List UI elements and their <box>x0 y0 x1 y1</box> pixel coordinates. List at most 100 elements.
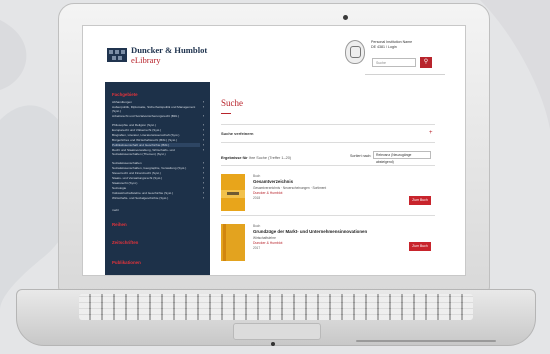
result-author[interactable]: Duncker & Humblot <box>253 191 282 195</box>
result-title[interactable]: Gesamtverzeichnis <box>253 179 293 184</box>
chevron-right-icon: › <box>202 114 204 118</box>
keyboard <box>79 294 473 320</box>
sidebar-item-label: Sozialwissenschaften <box>112 161 142 165</box>
sidebar-item[interactable]: Außenpolitik, Diplomatie, Sicherheitspol… <box>112 105 204 113</box>
divider <box>221 142 435 143</box>
chevron-right-icon: › <box>202 123 204 127</box>
result-year: 2017 <box>253 246 261 250</box>
view-book-button[interactable]: Zum Buch <box>409 196 431 205</box>
results-label: Ergebnisse für <box>221 156 248 160</box>
result-subtitle: Gesamtverzeichnis · Neuerscheinungen · S… <box>253 186 327 190</box>
chevron-right-icon: › <box>202 138 204 142</box>
result-title[interactable]: Grundzüge der Markt- und Unternehmensinn… <box>253 229 367 234</box>
institution-line[interactable]: DE 4381 / Login <box>371 45 412 50</box>
sidebar-heading: Publikationen <box>112 260 141 265</box>
chevron-right-icon: › <box>202 166 204 170</box>
result-type: Buch <box>253 174 261 178</box>
chevron-right-icon: › <box>202 143 204 147</box>
laptop-base <box>16 289 536 346</box>
sidebar-item[interactable]: Steuerrecht und Finanzrecht (Syst.) › <box>112 171 204 175</box>
sidebar-item-label: Staatsrecht (Syst.) <box>112 181 138 185</box>
chevron-right-icon: › <box>202 100 204 104</box>
sidebar-heading: Reihen <box>112 222 127 227</box>
sidebar-item[interactable]: Arbeitsrecht und Sozialversicherungsrech… <box>112 114 204 118</box>
results-count: Ergebnisse für Ihre Suche (Treffer 1–20) <box>221 156 291 160</box>
sidebar-item[interactable]: Volkswirtschaftslehre und Geschichte (Sy… <box>112 191 204 195</box>
search-input[interactable]: Suche <box>372 58 416 67</box>
sidebar-item-label: Staats- und Verwaltungsrecht (Syst.) <box>112 176 163 180</box>
brand-product[interactable]: eLibrary <box>131 56 161 65</box>
chevron-right-icon: › <box>202 196 204 200</box>
sidebar-item[interactable]: Recht und Staatsverwaltung, Wirtschafts-… <box>112 148 204 156</box>
sidebar-item[interactable]: Staatsrecht (Syst.) › <box>112 181 204 185</box>
sidebar-item[interactable]: Bürgerliches und Wirtschaftsrecht (Bibl.… <box>112 138 204 142</box>
sidebar-item-label: Philosophie und Religion (Syst.) <box>112 123 156 127</box>
result-type: Buch <box>253 224 261 228</box>
sidebar-item-label: Volkswirtschaftslehre und Geschichte (Sy… <box>112 191 174 195</box>
chevron-right-icon: › <box>202 161 204 165</box>
sidebar: Fachgebiete Abhandlungen › Außenpolitik, … <box>105 82 210 275</box>
sidebar-item-label: Außenpolitik, Diplomatie, Sicherheitspol… <box>112 105 196 113</box>
divider <box>221 215 435 216</box>
divider <box>365 74 445 75</box>
result-year: 2018 <box>253 196 261 200</box>
sidebar-item-label: Recht und Staatsverwaltung, Wirtschafts-… <box>112 148 175 156</box>
divider <box>221 165 435 166</box>
view-book-button[interactable]: Zum Buch <box>409 242 431 251</box>
sidebar-item[interactable]: Biografien, Literatur, Literaturwissensc… <box>112 133 204 137</box>
sidebar-item-label: Soziologie <box>112 186 127 190</box>
sidebar-heading: Fachgebiete <box>112 92 138 97</box>
chevron-right-icon: › <box>202 186 204 190</box>
chevron-right-icon: › <box>202 181 204 185</box>
site-header: Duncker & Humblot eLibrary Personal Inst… <box>83 26 465 78</box>
sidebar-item[interactable]: Soziologie › <box>112 186 204 190</box>
logo-icon[interactable] <box>107 48 127 62</box>
sidebar-item[interactable]: Sozialwissenschaften, Geographie, Verwal… <box>112 166 204 170</box>
chevron-right-icon: › <box>202 148 204 152</box>
search-button[interactable]: ⚲ <box>420 57 432 68</box>
brand-name[interactable]: Duncker & Humblot <box>131 46 207 55</box>
plus-icon[interactable]: + <box>429 130 433 136</box>
sidebar-item-selected[interactable]: Politikwissenschaft und Geschichte (Bibl… <box>112 143 204 147</box>
title-underline <box>221 113 231 114</box>
sidebar-item-label: Europarecht und Völkerrecht (Syst.) <box>112 128 162 132</box>
main-content: Suche Suche verfeinern + Ergebnisse für … <box>217 82 441 275</box>
chevron-right-icon: › <box>202 128 204 132</box>
sort-label: Sortiert nach: <box>350 154 372 158</box>
sidebar-item-label: Bürgerliches und Wirtschaftsrecht (Bibl.… <box>112 138 177 142</box>
results-detail: Ihre Suche (Treffer 1–20) <box>248 156 292 160</box>
sidebar-item[interactable]: Wirtschafts- und Sozialgeschichte (Syst.… <box>112 196 204 200</box>
divider <box>221 124 435 125</box>
book-cover-image[interactable] <box>221 174 245 211</box>
institution-seal-icon <box>345 40 365 64</box>
sidebar-item-label: Abhandlungen <box>112 100 132 104</box>
sidebar-item[interactable]: Europarecht und Völkerrecht (Syst.) › <box>112 128 204 132</box>
trackpad <box>233 323 321 340</box>
browser-screen: Duncker & Humblot eLibrary Personal Inst… <box>82 25 466 276</box>
refine-search-toggle[interactable]: Suche verfeinern <box>221 131 253 136</box>
search-icon: ⚲ <box>423 59 429 65</box>
chevron-right-icon: › <box>202 133 204 137</box>
book-cover-image[interactable] <box>221 224 245 261</box>
sidebar-item[interactable]: Abhandlungen › <box>112 100 204 104</box>
chevron-right-icon: › <box>202 191 204 195</box>
sidebar-item-label: Wirtschafts- und Sozialgeschichte (Syst.… <box>112 196 169 200</box>
chevron-right-icon: › <box>202 176 204 180</box>
sidebar-item[interactable]: Sozialwissenschaften › <box>112 161 204 165</box>
power-led-icon <box>271 342 275 346</box>
sidebar-more-link[interactable]: mehr <box>112 208 119 212</box>
base-lip <box>356 340 496 342</box>
page-title: Suche <box>221 98 243 108</box>
chevron-right-icon: › <box>202 171 204 175</box>
sidebar-item-label: Politikwissenschaft und Geschichte (Bibl… <box>112 143 170 147</box>
sidebar-item[interactable]: Staats- und Verwaltungsrecht (Syst.) › <box>112 176 204 180</box>
camera-icon <box>343 15 348 20</box>
sidebar-item-label: Sozialwissenschaften, Geographie, Verwal… <box>112 166 187 170</box>
result-author[interactable]: Duncker & Humblot <box>253 241 282 245</box>
sidebar-item-label: Biografien, Literatur, Literaturwissensc… <box>112 133 180 137</box>
sort-select[interactable]: Relevanz (Neuzugänge absteigend) <box>373 151 431 164</box>
sidebar-item-label: Arbeitsrecht und Sozialversicherungsrech… <box>112 114 179 118</box>
institution-info: Personal Institution Name DE 4381 / Logi… <box>371 40 412 50</box>
chevron-right-icon: › <box>202 105 204 109</box>
sidebar-item[interactable]: Philosophie und Religion (Syst.) › <box>112 123 204 127</box>
